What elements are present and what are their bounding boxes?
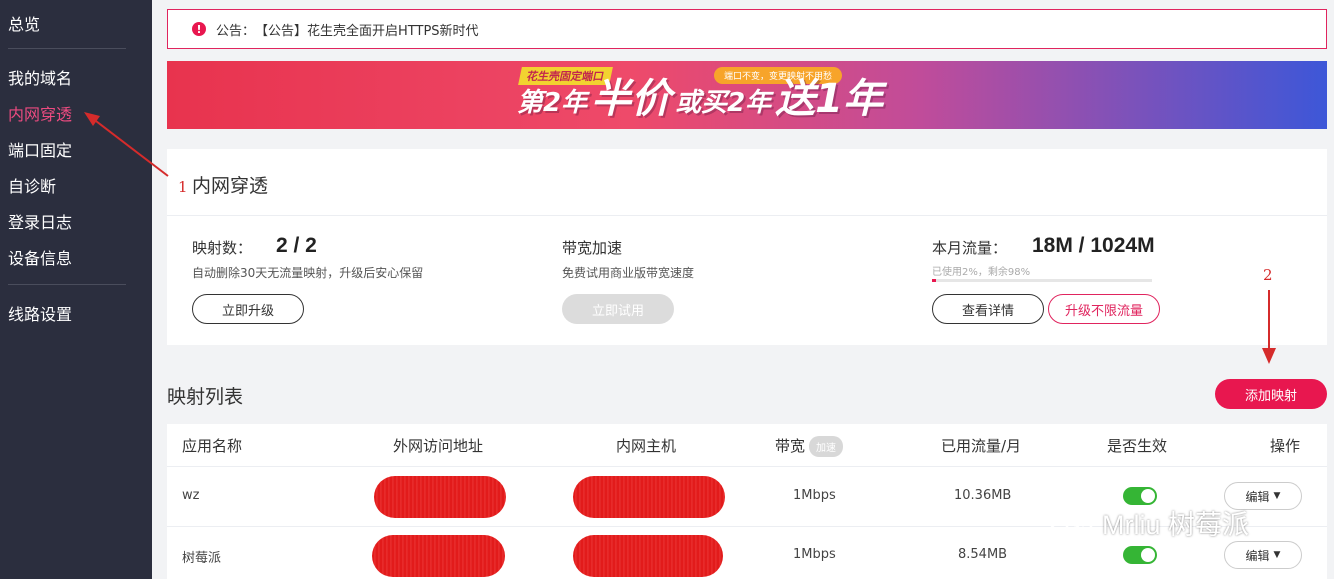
mapping-count-label: 映射数： <box>192 239 253 257</box>
bandwidth-desc: 免费试用商业版带宽速度 <box>562 266 695 280</box>
row2-app-name: 树莓派 <box>182 551 222 566</box>
mapping-count-value: 2 / 2 <box>276 234 317 257</box>
arrow-head-2 <box>1262 348 1276 364</box>
sidebar-item-port-fixed[interactable]: 端口固定 <box>8 137 72 161</box>
exclamation-icon: ! <box>192 22 206 36</box>
annotation-number-2: 2 <box>1263 266 1273 284</box>
row2-enabled-toggle[interactable] <box>1123 546 1157 564</box>
card-divider <box>167 215 1327 216</box>
promo-banner[interactable]: 花生壳固定端口 端口不变，变更映射不用愁 第2年 半价 或买2年 送1年 <box>167 61 1327 129</box>
banner-part3: 或买2年 <box>675 88 772 118</box>
notice-bar: ! 公告： 【公告】花生壳全面开启HTTPS新时代 <box>167 9 1327 49</box>
toggle-knob <box>1141 548 1155 562</box>
caret-down-icon: ▼ <box>1273 550 1281 560</box>
sidebar-item-line-settings[interactable]: 线路设置 <box>8 301 72 325</box>
sidebar: 总览 我的域名 内网穿透 端口固定 自诊断 登录日志 设备信息 线路设置 <box>0 0 152 579</box>
edit-label: 编辑 <box>1245 548 1270 563</box>
traffic-progress-fill <box>932 279 937 282</box>
row-divider <box>167 466 1327 467</box>
sidebar-divider <box>8 284 126 285</box>
caret-down-icon: ▼ <box>1273 491 1281 501</box>
edit-label: 编辑 <box>1245 489 1270 504</box>
accelerate-badge[interactable]: 加速 <box>809 436 844 457</box>
traffic-label: 本月流量： <box>932 239 1008 257</box>
row1-traffic: 10.36MB <box>954 488 1012 503</box>
banner-headline: 第2年 半价 或买2年 送1年 <box>517 75 887 123</box>
traffic-value: 18M / 1024M <box>1032 234 1155 257</box>
annotation-number-1: 1 <box>178 178 188 196</box>
upgrade-now-button[interactable]: 立即升级 <box>192 294 304 324</box>
row2-bandwidth: 1Mbps <box>793 547 836 562</box>
sidebar-item-overview[interactable]: 总览 <box>8 11 40 35</box>
redacted-internal-host <box>573 535 723 577</box>
mapping-list-title: 映射列表 <box>167 386 244 408</box>
notice-link[interactable]: 【公告】花生壳全面开启HTTPS新时代 <box>255 20 479 39</box>
tunnel-title: 内网穿透 <box>192 175 269 197</box>
row2-edit-button[interactable]: 编辑 ▼ <box>1224 541 1302 569</box>
wechat-icon <box>1048 506 1093 538</box>
col-traffic: 已用流量/月 <box>941 437 1022 455</box>
view-details-button[interactable]: 查看详情 <box>932 294 1044 324</box>
sidebar-item-self-diagnosis[interactable]: 自诊断 <box>8 173 56 197</box>
redacted-internal-host <box>573 476 725 518</box>
watermark: Mrliu 树莓派 <box>1048 503 1249 542</box>
notice-prefix: 公告： <box>216 23 256 39</box>
sidebar-item-my-domains[interactable]: 我的域名 <box>8 65 72 89</box>
try-now-button[interactable]: 立即试用 <box>562 294 674 324</box>
sidebar-item-device-info[interactable]: 设备信息 <box>8 245 72 269</box>
watermark-text: Mrliu 树莓派 <box>1102 510 1249 540</box>
sidebar-item-login-log[interactable]: 登录日志 <box>8 209 72 233</box>
col-external-address: 外网访问地址 <box>393 437 484 455</box>
redacted-external-address <box>372 535 505 577</box>
traffic-progress-bar <box>932 279 1152 282</box>
sidebar-item-intranet-penetration[interactable]: 内网穿透 <box>8 101 72 125</box>
banner-part2: 半价 <box>591 76 672 122</box>
redacted-external-address <box>374 476 506 518</box>
mapping-table: 应用名称 外网访问地址 内网主机 带宽 加速 已用流量/月 是否生效 操作 wz … <box>167 424 1327 579</box>
bandwidth-label: 带宽加速 <box>562 239 623 257</box>
col-bandwidth-label: 带宽 <box>775 437 806 455</box>
mapping-desc: 自动删除30天无流量映射，升级后安心保留 <box>192 266 424 280</box>
row2-traffic: 8.54MB <box>958 547 1008 562</box>
tunnel-card: 内网穿透 映射数： 2 / 2 自动删除30天无流量映射，升级后安心保留 立即升… <box>167 149 1327 345</box>
row1-app-name: wz <box>182 488 200 503</box>
col-enabled: 是否生效 <box>1107 437 1168 455</box>
col-internal-host: 内网主机 <box>616 437 677 455</box>
col-app-name: 应用名称 <box>182 437 243 455</box>
toggle-knob <box>1141 489 1155 503</box>
traffic-usage-text: 已使用2%，剩余98% <box>932 267 1031 278</box>
add-mapping-button[interactable]: 添加映射 <box>1215 379 1327 409</box>
sidebar-divider <box>8 48 126 49</box>
row1-bandwidth: 1Mbps <box>793 488 836 503</box>
col-action: 操作 <box>1270 437 1301 455</box>
banner-part1: 第2年 <box>517 88 588 118</box>
upgrade-unlimited-button[interactable]: 升级不限流量 <box>1048 294 1160 324</box>
banner-part4: 送1年 <box>775 76 884 122</box>
col-bandwidth: 带宽 加速 <box>775 435 844 457</box>
